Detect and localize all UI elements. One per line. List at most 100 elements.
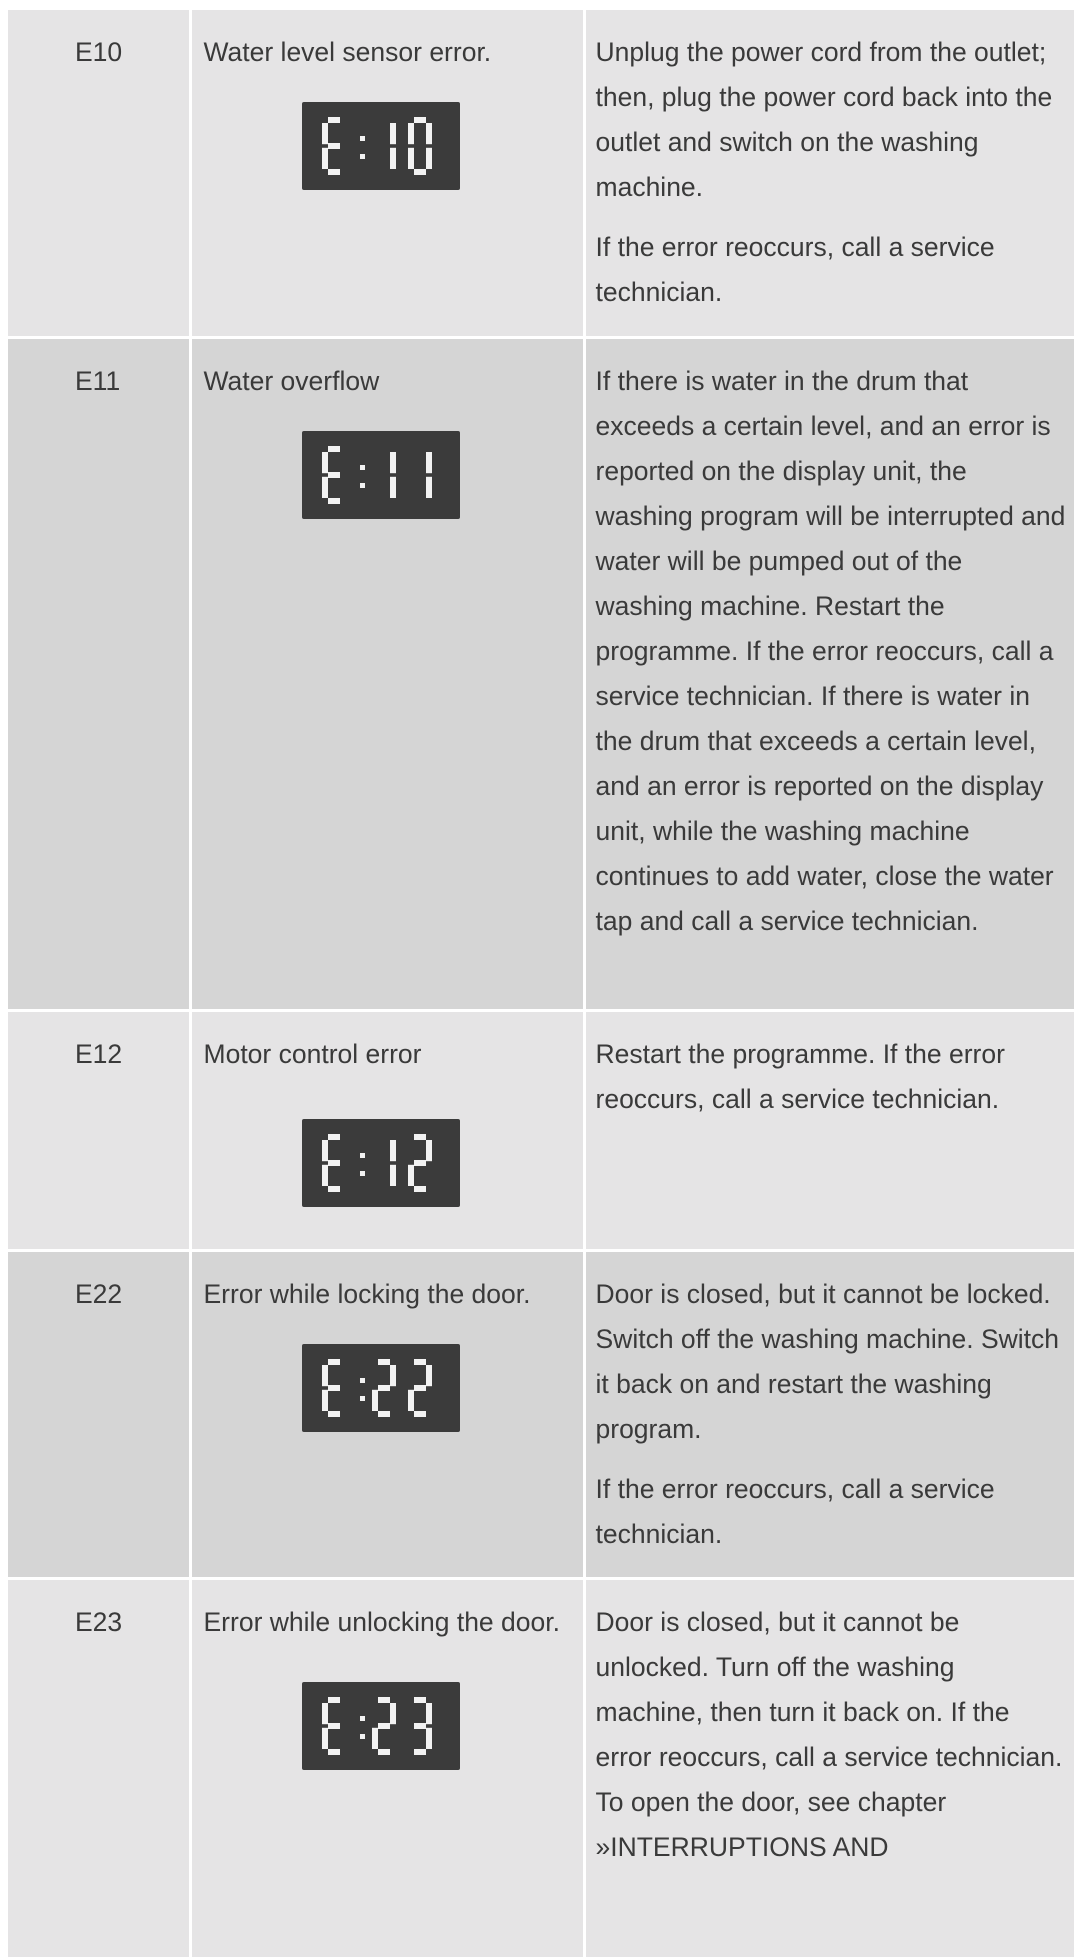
lcd-segment xyxy=(321,476,328,498)
lcd-segment xyxy=(327,1133,340,1140)
error-description: Water overflow xyxy=(203,365,380,396)
table-row: E10 Water level sensor error. Unplug the… xyxy=(8,10,1074,339)
seven-segment-readout xyxy=(321,1358,432,1417)
table-row: E11 Water overflow If there is water in … xyxy=(8,337,1074,1012)
error-description-cell: Error while unlocking the door. xyxy=(190,1578,586,1960)
lcd-segment xyxy=(327,1696,340,1703)
solution-paragraph: Door is closed, but it cannot be locked.… xyxy=(595,1278,1060,1444)
colon-dot xyxy=(359,1733,365,1739)
lcd-segment xyxy=(321,451,328,473)
lcd-segment xyxy=(371,1389,378,1411)
lcd-segment xyxy=(371,1727,378,1749)
solution-cell: Unplug the power cord from the outlet; t… xyxy=(584,10,1074,339)
lcd-segment xyxy=(425,1727,432,1749)
colon-dot xyxy=(359,482,365,488)
lcd-segment xyxy=(425,476,432,498)
lcd-segment xyxy=(377,1358,390,1365)
lcd-segment xyxy=(413,169,426,175)
lcd-segment xyxy=(413,117,426,123)
error-code-table: E10 Water level sensor error. Unplug the… xyxy=(8,10,1074,1960)
lcd-segment xyxy=(377,1722,390,1729)
colon-dot xyxy=(359,1377,365,1383)
lcd-segment xyxy=(407,1164,414,1186)
solution-paragraph: If the error reoccurs, call a service te… xyxy=(595,1473,995,1549)
solution-paragraph: If there is water in the drum that excee… xyxy=(595,365,1066,936)
lcd-segment xyxy=(407,1389,414,1411)
solution-cell: Door is closed, but it cannot be locked.… xyxy=(584,1250,1074,1580)
lcd-segment xyxy=(389,1702,396,1724)
error-code: E10 xyxy=(8,10,192,339)
lcd-segment xyxy=(377,1384,390,1391)
lcd-segment xyxy=(413,1410,426,1417)
lcd-display-image xyxy=(301,1118,460,1207)
lcd-segment xyxy=(327,1748,340,1755)
lcd-segment xyxy=(413,1722,426,1729)
table-row: E22 Error while locking the door. Door i… xyxy=(8,1250,1074,1580)
seven-segment-readout xyxy=(321,445,432,504)
lcd-segment xyxy=(327,117,340,123)
lcd-segment xyxy=(321,1364,328,1386)
lcd-segment xyxy=(413,1384,426,1391)
solution-cell: Door is closed, but it cannot be unlocke… xyxy=(584,1578,1074,1960)
error-description-cell: Water overflow xyxy=(190,337,586,1012)
lcd-segment xyxy=(413,1159,426,1166)
lcd-segment xyxy=(425,451,432,473)
error-description: Motor control error xyxy=(203,1038,422,1069)
lcd-segment xyxy=(327,1185,340,1192)
error-code: E11 xyxy=(8,337,192,1012)
lcd-segment xyxy=(327,1410,340,1417)
error-description-cell: Water level sensor error. xyxy=(190,10,586,339)
error-description: Error while unlocking the door. xyxy=(203,1606,560,1637)
colon-dot xyxy=(359,464,365,470)
lcd-display-image xyxy=(301,1681,460,1770)
solution-cell: Restart the programme. If the error reoc… xyxy=(584,1010,1074,1252)
lcd-segment xyxy=(425,1702,432,1724)
colon-dot xyxy=(359,1395,365,1401)
solution-cell: If there is water in the drum that excee… xyxy=(584,337,1074,1012)
solution-paragraph: Restart the programme. If the error reoc… xyxy=(595,1038,1005,1114)
error-description-cell: Motor control error xyxy=(190,1010,586,1252)
lcd-segment xyxy=(327,445,340,452)
lcd-segment xyxy=(321,1702,328,1724)
lcd-segment xyxy=(413,1185,426,1192)
lcd-segment xyxy=(413,1358,426,1365)
lcd-segment xyxy=(425,1364,432,1386)
lcd-display-image xyxy=(301,1343,460,1432)
colon-dot xyxy=(359,1170,365,1176)
lcd-display-image xyxy=(301,430,460,519)
lcd-segment xyxy=(327,497,340,504)
solution-paragraph: Unplug the power cord from the outlet; t… xyxy=(595,37,1053,202)
lcd-segment xyxy=(413,1748,426,1755)
lcd-segment xyxy=(407,147,414,169)
lcd-segment xyxy=(327,143,340,149)
error-description: Error while locking the door. xyxy=(203,1278,531,1309)
lcd-segment xyxy=(425,147,432,169)
lcd-segment xyxy=(327,1384,340,1391)
table-row: E12 Motor control error Restart the prog… xyxy=(8,1010,1074,1252)
lcd-segment xyxy=(327,1722,340,1729)
lcd-segment xyxy=(377,1410,390,1417)
lcd-segment xyxy=(327,1358,340,1365)
error-description-cell: Error while locking the door. xyxy=(190,1250,586,1580)
lcd-segment xyxy=(377,1748,390,1755)
lcd-segment xyxy=(377,1696,390,1703)
lcd-segment xyxy=(327,1159,340,1166)
page: E10 Water level sensor error. Unplug the… xyxy=(0,0,1074,1960)
seven-segment-readout xyxy=(321,117,432,175)
solution-paragraph: If the error reoccurs, call a service te… xyxy=(595,232,995,307)
lcd-segment xyxy=(321,147,328,169)
error-description: Water level sensor error. xyxy=(203,37,492,67)
lcd-segment xyxy=(321,1727,328,1749)
lcd-segment xyxy=(407,123,414,145)
lcd-segment xyxy=(389,1164,396,1186)
error-code: E23 xyxy=(8,1578,192,1960)
colon-dot xyxy=(359,136,365,141)
seven-segment-readout xyxy=(321,1696,432,1755)
lcd-segment xyxy=(327,471,340,478)
lcd-segment xyxy=(389,451,396,473)
colon-dot xyxy=(359,1715,365,1721)
lcd-segment xyxy=(321,1164,328,1186)
lcd-segment xyxy=(321,1389,328,1411)
lcd-segment xyxy=(389,1364,396,1386)
seven-segment-readout xyxy=(321,1133,432,1192)
